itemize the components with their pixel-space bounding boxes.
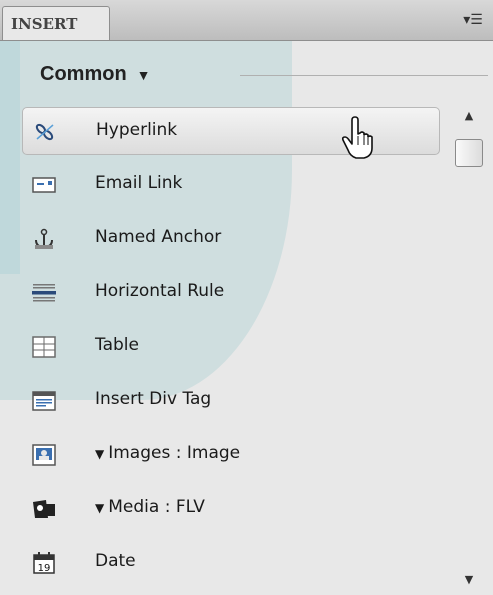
dropdown-arrow-icon[interactable]: ▼ xyxy=(95,447,104,461)
item-label: Table xyxy=(95,335,139,355)
scrollbar-thumb[interactable] xyxy=(455,139,483,167)
item-label: ▼ Media : FLV xyxy=(95,497,205,517)
list-item-insert-div-tag[interactable]: Insert Div Tag xyxy=(22,377,440,425)
category-divider xyxy=(240,75,488,76)
list-item-hyperlink[interactable]: Hyperlink xyxy=(22,107,440,155)
list-item-email-link[interactable]: Email Link xyxy=(22,161,440,209)
scrollbar[interactable]: ▲ ▼ xyxy=(449,99,489,595)
scroll-up-icon[interactable]: ▲ xyxy=(449,109,489,129)
item-label: Hyperlink xyxy=(96,120,178,140)
item-label: Named Anchor xyxy=(95,227,222,247)
item-label: Email Link xyxy=(95,173,183,193)
list-item-named-anchor[interactable]: Named Anchor xyxy=(22,215,440,263)
horizontal-rule-icon xyxy=(32,284,56,302)
category-selector[interactable]: Common ▼ xyxy=(0,41,493,99)
category-label[interactable]: Common ▼ xyxy=(40,63,151,86)
tab-insert[interactable]: INSERT xyxy=(2,6,110,40)
item-label: Date xyxy=(95,551,136,571)
chevron-down-icon: ▼ xyxy=(136,67,151,83)
item-label: ▼ Images : Image xyxy=(95,443,241,463)
panel-title-bar: INSERT ▾☰ xyxy=(0,0,493,41)
panel-options-icon[interactable]: ▾☰ xyxy=(461,10,485,30)
list-item-images[interactable]: ▼ Images : Image xyxy=(22,431,440,479)
insert-items-list: Hyperlink Email Link Named Anchor Horizo… xyxy=(0,99,448,595)
email-link-icon xyxy=(32,177,56,193)
anchor-icon xyxy=(35,228,53,249)
item-label: Insert Div Tag xyxy=(95,389,212,409)
hand-pointer-icon xyxy=(341,116,373,159)
scroll-down-icon[interactable]: ▼ xyxy=(449,573,489,593)
list-item-table[interactable]: Table xyxy=(22,323,440,371)
insert-panel: INSERT ▾☰ Common ▼ Hyperlink Email Link … xyxy=(0,0,493,595)
table-icon xyxy=(32,336,56,358)
image-icon xyxy=(32,444,56,466)
dropdown-arrow-icon[interactable]: ▼ xyxy=(95,501,104,515)
item-label: Horizontal Rule xyxy=(95,281,225,301)
media-icon xyxy=(33,500,55,518)
hyperlink-icon xyxy=(35,123,54,141)
list-item-media[interactable]: ▼ Media : FLV xyxy=(22,485,440,533)
div-tag-icon xyxy=(32,391,56,411)
panel-content: Common ▼ Hyperlink Email Link Named Anch… xyxy=(0,41,493,595)
list-item-date[interactable]: 19 Date xyxy=(22,539,440,587)
svg-text:19: 19 xyxy=(38,563,51,574)
list-item-horizontal-rule[interactable]: Horizontal Rule xyxy=(22,269,440,317)
calendar-icon: 19 xyxy=(33,552,55,574)
